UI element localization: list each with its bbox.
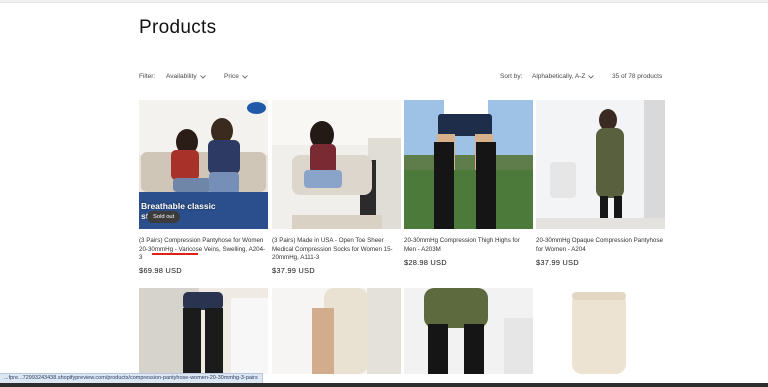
availability-filter-label: Availability <box>166 73 197 80</box>
product-image[interactable] <box>404 288 533 374</box>
product-price: $37.99 USD <box>536 258 579 267</box>
price-filter-dropdown[interactable]: Price <box>224 73 248 80</box>
product-price: $37.99 USD <box>272 266 315 275</box>
product-title[interactable]: (3 Pairs) Made in USA - Open Toe Sheer M… <box>272 237 401 263</box>
product-image[interactable] <box>536 100 665 229</box>
chevron-down-icon <box>588 74 595 79</box>
chevron-down-icon <box>199 74 206 79</box>
sort-value: Alphabetically, A-Z <box>532 73 586 80</box>
sort-label: Sort by: <box>500 73 523 80</box>
product-title[interactable]: (3 Pairs) Compression Pantyhose for Wome… <box>139 237 268 263</box>
product-image[interactable] <box>139 288 268 374</box>
red-underline-annotation <box>152 253 198 255</box>
sold-out-badge: Sold out <box>147 211 181 223</box>
product-title[interactable]: 20-30mmHg Compression Thigh Highs for Me… <box>404 237 533 254</box>
product-image[interactable] <box>536 288 665 374</box>
product-title[interactable]: 20-30mmHg Opaque Compression Pantyhose f… <box>536 237 665 254</box>
product-image[interactable] <box>272 100 401 229</box>
product-image[interactable] <box>272 288 401 374</box>
filter-label: Filter: <box>139 73 156 80</box>
taskbar-strip <box>0 383 768 387</box>
product-count: 35 of 78 products <box>612 73 663 80</box>
product-price: $69.98 USD <box>139 266 182 275</box>
product-price: $28.98 USD <box>404 258 447 267</box>
chevron-down-icon <box>242 74 248 79</box>
page-title: Products <box>139 17 217 38</box>
availability-filter-dropdown[interactable]: Availability <box>166 73 206 80</box>
facet-bar: Filter: Availability Price Sort by: Alph… <box>139 72 665 86</box>
product-image[interactable] <box>404 100 533 229</box>
price-filter-label: Price <box>224 73 239 80</box>
product-image[interactable]: Breathable classic styling Sold out <box>139 100 268 229</box>
browser-top-edge <box>0 0 768 3</box>
sort-dropdown[interactable]: Alphabetically, A-Z <box>532 73 595 80</box>
brand-logo-badge <box>247 102 266 114</box>
